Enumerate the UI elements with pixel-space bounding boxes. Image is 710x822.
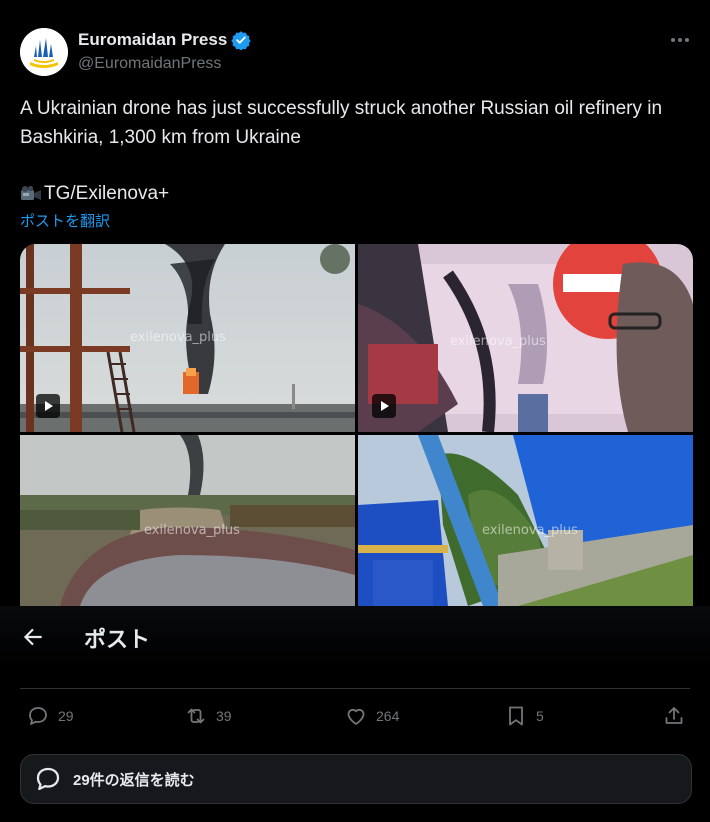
watermark: exilenova_plus <box>482 523 578 538</box>
more-options-button[interactable] <box>668 28 692 52</box>
video-thumbnail-blue-building[interactable]: exilenova_plus <box>358 435 693 606</box>
author-name[interactable]: Euromaidan Press <box>78 30 227 50</box>
like-count: 264 <box>376 708 400 724</box>
read-replies-button[interactable]: 29件の返信を読む <box>20 754 692 804</box>
bookmark-count: 5 <box>536 708 544 724</box>
repost-button[interactable]: 39 <box>184 704 232 728</box>
bookmark-button[interactable]: 5 <box>504 704 544 728</box>
tweet-text: A Ukrainian drone has just successfully … <box>20 98 663 148</box>
play-icon[interactable] <box>36 394 60 418</box>
media-grid[interactable]: exilenova_plus exilenova_plus exilenova_… <box>20 244 693 606</box>
share-icon <box>665 707 683 724</box>
reply-bubble-icon <box>36 767 60 791</box>
reply-count: 29 <box>58 708 74 724</box>
page-title: ポスト <box>84 627 151 652</box>
back-arrow-icon[interactable] <box>20 624 46 650</box>
divider <box>20 688 690 689</box>
repost-count: 39 <box>216 708 232 724</box>
more-dot-icon <box>685 38 689 42</box>
repost-icon <box>187 708 205 724</box>
bookmark-icon <box>509 706 523 726</box>
reply-button[interactable]: 29 <box>26 704 74 728</box>
watermark: exilenova_plus <box>144 523 240 538</box>
more-dot-icon <box>678 38 682 42</box>
heart-icon <box>347 708 365 725</box>
author-handle[interactable]: @EuromaidanPress <box>78 55 221 73</box>
reply-icon <box>29 707 47 725</box>
source-line: TG/Exilenova+ <box>20 180 169 208</box>
video-thumbnail-refinery[interactable]: exilenova_plus <box>20 244 355 432</box>
avatar[interactable] <box>20 28 68 76</box>
video-thumbnail-cemetery[interactable]: exilenova_plus <box>20 435 355 606</box>
verified-badge-icon <box>231 31 251 50</box>
like-button[interactable]: 264 <box>344 704 399 728</box>
action-bar: 29 39 264 5 <box>0 702 710 732</box>
euromaidan-logo-icon <box>20 28 68 76</box>
author-name-row[interactable]: Euromaidan Press <box>78 30 251 50</box>
play-icon[interactable] <box>372 394 396 418</box>
watermark: exilenova_plus <box>450 334 546 349</box>
read-replies-label: 29件の返信を読む <box>73 771 195 789</box>
source-text: TG/Exilenova+ <box>44 183 170 204</box>
more-dot-icon <box>671 38 675 42</box>
share-button[interactable] <box>662 704 686 728</box>
translate-post-link[interactable]: ポストを翻訳 <box>20 210 110 231</box>
watermark: exilenova_plus <box>130 330 226 345</box>
video-camera-icon <box>21 185 41 200</box>
video-thumbnail-car-interior[interactable]: exilenova_plus <box>358 244 693 432</box>
